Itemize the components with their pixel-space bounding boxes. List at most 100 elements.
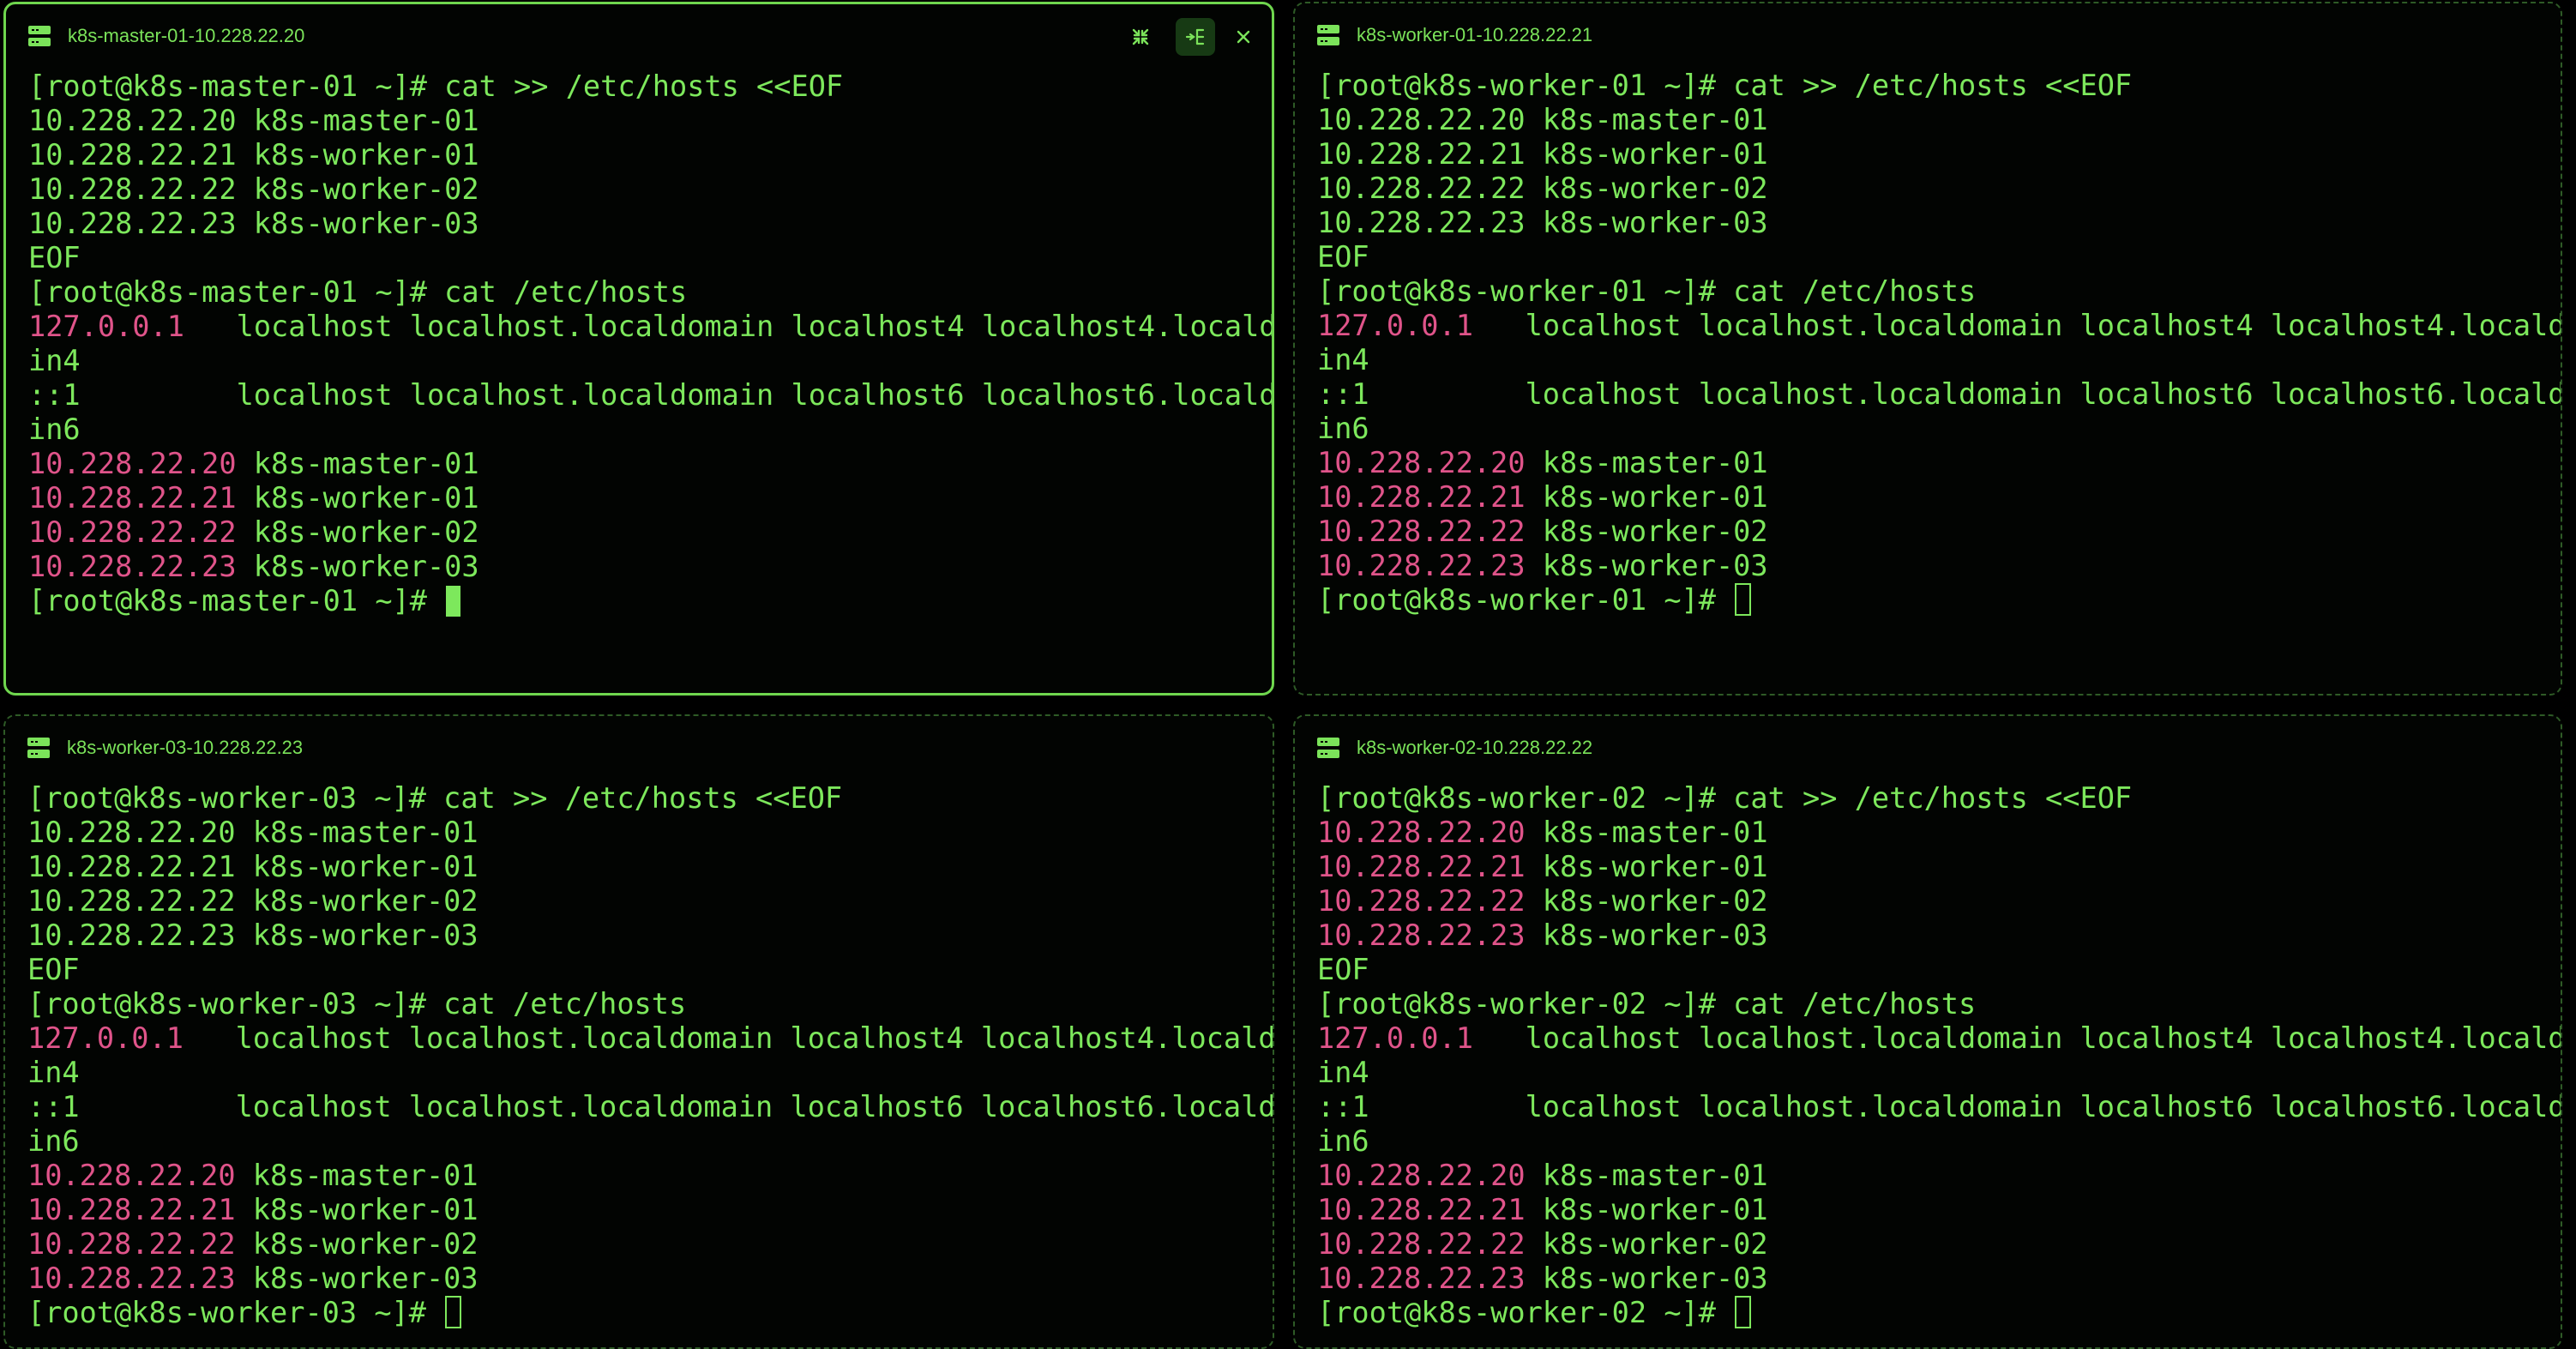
line-text: k8s-worker-01	[1525, 850, 1768, 883]
line-text: k8s-master-01	[1525, 816, 1768, 849]
pane-titlebar: k8s-worker-03-10.228.22.23	[5, 716, 1273, 780]
terminal-line: EOF	[27, 953, 1264, 987]
terminal-output[interactable]: [root@k8s-master-01 ~]# cat >> /etc/host…	[28, 69, 1272, 618]
terminal-line: [root@k8s-worker-02 ~]# cat /etc/hosts	[1317, 987, 2552, 1021]
terminal-pane-worker-02[interactable]: k8s-worker-02-10.228.22.22 [root@k8s-wor…	[1293, 714, 2562, 1349]
terminal-line: 10.228.22.22 k8s-worker-02	[1317, 884, 2552, 918]
terminal-line: in4	[1317, 343, 2552, 377]
prompt-line[interactable]: [root@k8s-worker-01 ~]#	[1317, 583, 2552, 617]
terminal-line: ::1 localhost localhost.localdomain loca…	[28, 378, 1272, 413]
shell-prompt: [root@k8s-worker-01 ~]#	[1317, 583, 1734, 617]
terminal-pane-worker-03[interactable]: k8s-worker-03-10.228.22.23 [root@k8s-wor…	[3, 714, 1274, 1349]
terminal-line: 10.228.22.20 k8s-master-01	[1317, 1159, 2552, 1193]
line-text: 10.228.22.20 k8s-master-01	[27, 816, 478, 849]
server-icon	[1317, 25, 1339, 45]
terminal-pane-worker-01[interactable]: k8s-worker-01-10.228.22.21 [root@k8s-wor…	[1293, 2, 2562, 696]
ip-address: 127.0.0.1	[1317, 1021, 1473, 1055]
line-text: 10.228.22.20 k8s-master-01	[1317, 103, 1768, 136]
ip-address: 10.228.22.21	[1317, 850, 1526, 883]
text-cursor	[1735, 583, 1752, 616]
ip-address: 10.228.22.23	[27, 1262, 236, 1295]
line-text: ::1 localhost localhost.localdomain loca…	[27, 1090, 1274, 1123]
terminal-line: 127.0.0.1 localhost localhost.localdomai…	[28, 310, 1272, 344]
terminal-output[interactable]: [root@k8s-worker-03 ~]# cat >> /etc/host…	[27, 781, 1273, 1330]
terminal-line: 127.0.0.1 localhost localhost.localdomai…	[1317, 309, 2561, 343]
terminal-line: 10.228.22.22 k8s-worker-02	[1317, 515, 2552, 549]
line-text: [root@k8s-master-01 ~]# cat /etc/hosts	[28, 275, 688, 309]
text-cursor	[445, 1296, 462, 1328]
line-text: k8s-worker-03	[1525, 1262, 1768, 1295]
ip-address: 10.228.22.23	[1317, 918, 1526, 952]
line-text: localhost localhost.localdomain localhos…	[1472, 309, 2562, 342]
terminal-line: [root@k8s-master-01 ~]# cat >> /etc/host…	[28, 69, 1263, 104]
line-text: k8s-worker-03	[1525, 918, 1768, 952]
terminal-pane-master-01[interactable]: k8s-master-01-10.228.22.20 [root@k8s-mas…	[3, 2, 1274, 696]
line-text: in6	[28, 413, 81, 446]
line-text: EOF	[1317, 240, 1369, 274]
ip-address: 10.228.22.20	[1317, 816, 1526, 849]
line-text: k8s-worker-03	[235, 1262, 478, 1295]
terminal-line: 10.228.22.21 k8s-worker-01	[28, 481, 1263, 515]
shell-prompt: [root@k8s-worker-02 ~]#	[1317, 1296, 1734, 1329]
broadcast-split-button[interactable]	[1176, 18, 1215, 56]
server-icon	[1317, 738, 1339, 758]
line-text: [root@k8s-worker-02 ~]# cat >> /etc/host…	[1317, 781, 2133, 815]
line-text: k8s-master-01	[1525, 1159, 1768, 1192]
terminal-line: [root@k8s-worker-03 ~]# cat >> /etc/host…	[27, 781, 1264, 816]
terminal-line: [root@k8s-master-01 ~]# cat /etc/hosts	[28, 275, 1263, 310]
line-text: localhost localhost.localdomain localhos…	[1472, 1021, 2562, 1055]
line-text: 10.228.22.22 k8s-worker-02	[1317, 172, 1768, 205]
server-icon	[27, 738, 50, 758]
prompt-line[interactable]: [root@k8s-master-01 ~]#	[28, 584, 1263, 618]
terminal-output[interactable]: [root@k8s-worker-02 ~]# cat >> /etc/host…	[1317, 781, 2561, 1330]
prompt-line[interactable]: [root@k8s-worker-03 ~]#	[27, 1296, 1264, 1330]
terminal-line: 10.228.22.20 k8s-master-01	[1317, 103, 2552, 137]
ip-address: 10.228.22.23	[1317, 549, 1526, 582]
ip-address: 10.228.22.23	[28, 550, 237, 583]
ip-address: 127.0.0.1	[1317, 309, 1473, 342]
line-text: 10.228.22.23 k8s-worker-03	[28, 207, 479, 240]
terminal-line: 10.228.22.23 k8s-worker-03	[28, 207, 1263, 241]
line-text: k8s-master-01	[235, 1159, 478, 1192]
terminal-pane-grid: k8s-master-01-10.228.22.20 [root@k8s-mas…	[0, 0, 2576, 1349]
ip-address: 10.228.22.21	[28, 481, 237, 515]
terminal-line: 10.228.22.23 k8s-worker-03	[1317, 206, 2552, 240]
terminal-output[interactable]: [root@k8s-worker-01 ~]# cat >> /etc/host…	[1317, 69, 2561, 617]
shrink-button[interactable]	[1121, 18, 1160, 56]
terminal-line: in4	[28, 344, 1263, 378]
terminal-line: 10.228.22.20 k8s-master-01	[1317, 816, 2552, 850]
terminal-line: 10.228.22.21 k8s-worker-01	[1317, 1193, 2552, 1227]
line-text: in4	[27, 1056, 80, 1089]
terminal-line: 10.228.22.23 k8s-worker-03	[1317, 918, 2552, 953]
line-text: 10.228.22.21 k8s-worker-01	[1317, 137, 1768, 171]
ip-address: 10.228.22.21	[1317, 480, 1526, 514]
terminal-line: in4	[27, 1056, 1264, 1090]
line-text: k8s-master-01	[236, 447, 479, 480]
ip-address: 10.228.22.23	[1317, 1262, 1526, 1295]
pane-title: k8s-worker-03-10.228.22.23	[67, 737, 304, 758]
line-text: 10.228.22.23 k8s-worker-03	[1317, 206, 1768, 239]
pane-titlebar: k8s-worker-02-10.228.22.22	[1295, 716, 2561, 780]
terminal-line: 10.228.22.21 k8s-worker-01	[28, 138, 1263, 172]
line-text: 10.228.22.21 k8s-worker-01	[27, 850, 478, 883]
text-cursor	[446, 586, 461, 617]
close-button[interactable]	[1224, 18, 1263, 56]
terminal-line: 10.228.22.20 k8s-master-01	[27, 816, 1264, 850]
terminal-line: 10.228.22.21 k8s-worker-01	[1317, 480, 2552, 515]
prompt-line[interactable]: [root@k8s-worker-02 ~]#	[1317, 1296, 2552, 1330]
line-text: k8s-master-01	[1525, 446, 1768, 479]
line-text: [root@k8s-master-01 ~]# cat >> /etc/host…	[28, 69, 844, 103]
terminal-line: 10.228.22.22 k8s-worker-02	[1317, 1227, 2552, 1262]
line-text: 10.228.22.22 k8s-worker-02	[28, 172, 479, 206]
line-text: [root@k8s-worker-03 ~]# cat >> /etc/host…	[27, 781, 843, 815]
line-text: k8s-worker-01	[1525, 1193, 1768, 1226]
server-icon	[28, 26, 51, 46]
ip-address: 127.0.0.1	[28, 310, 184, 343]
terminal-line: 10.228.22.22 k8s-worker-02	[27, 884, 1264, 918]
terminal-line: 127.0.0.1 localhost localhost.localdomai…	[27, 1021, 1273, 1056]
terminal-line: EOF	[1317, 953, 2552, 987]
line-text: in4	[1317, 343, 1369, 376]
line-text: k8s-worker-02	[1525, 884, 1768, 918]
terminal-line: [root@k8s-worker-01 ~]# cat /etc/hosts	[1317, 274, 2552, 309]
terminal-line: in6	[1317, 1124, 2552, 1159]
